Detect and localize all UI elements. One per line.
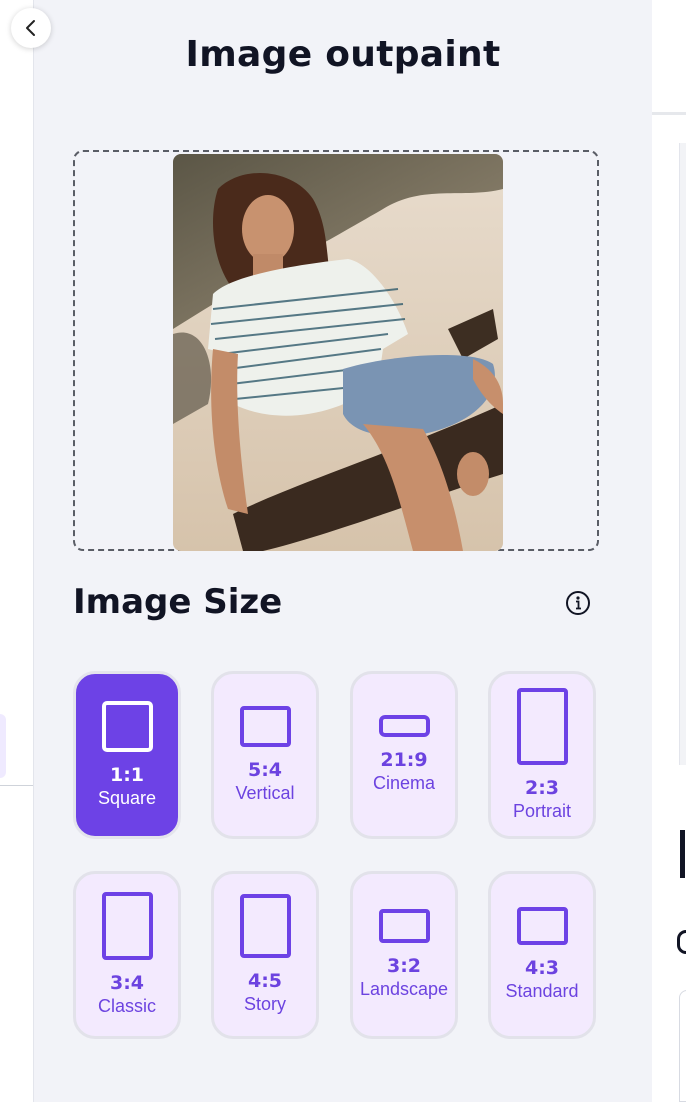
size-ratio: 3:2 [386, 955, 422, 977]
size-option-portrait[interactable]: 2:3 Portrait [488, 671, 596, 839]
background-left [0, 0, 33, 1102]
standard-ratio-icon [516, 907, 568, 945]
divider [0, 785, 33, 786]
landscape-ratio-icon [378, 909, 430, 943]
background-card [679, 990, 686, 1102]
panel-title: Image outpaint [185, 34, 501, 75]
size-option-square[interactable]: 1:1 Square [73, 671, 181, 839]
size-option-cinema[interactable]: 21:9 Cinema [350, 671, 458, 839]
size-ratio: 5:4 [247, 758, 283, 781]
cinema-ratio-icon [378, 715, 430, 737]
size-label: Square [97, 787, 157, 808]
size-label: Classic [97, 996, 156, 1016]
back-button[interactable] [11, 8, 51, 48]
cut-off-text [677, 930, 686, 954]
cut-off-text [680, 830, 685, 878]
size-label: Vertical [235, 782, 295, 803]
story-ratio-icon [239, 894, 291, 958]
size-option-story[interactable]: 4:5 Story [211, 871, 319, 1039]
vertical-ratio-icon [239, 705, 291, 747]
size-option-vertical[interactable]: 5:4 Vertical [211, 671, 319, 839]
portrait-ratio-icon [516, 687, 568, 765]
square-ratio-icon [101, 700, 153, 752]
classic-ratio-icon [101, 892, 153, 960]
size-option-standard[interactable]: 4:3 Standard [488, 871, 596, 1039]
background-panel [679, 143, 686, 765]
size-ratio: 1:1 [109, 763, 145, 786]
size-ratio: 2:3 [524, 776, 560, 799]
size-label: Landscape [359, 979, 449, 999]
info-button[interactable] [565, 590, 591, 616]
size-option-landscape[interactable]: 3:2 Landscape [350, 871, 458, 1039]
size-label: Portrait [512, 800, 572, 821]
size-ratio: 3:4 [109, 972, 145, 994]
image-size-heading: Image Size [73, 582, 283, 622]
size-ratio: 4:5 [247, 970, 283, 992]
collapsed-panel-tab[interactable] [0, 714, 6, 778]
info-icon [566, 591, 590, 615]
outpaint-panel: Image outpaint Image Size 1:1 Square 5:4… [33, 0, 653, 1102]
size-ratio: 4:3 [524, 957, 560, 979]
divider [652, 112, 686, 115]
size-ratio: 21:9 [380, 749, 428, 771]
size-option-classic[interactable]: 3:4 Classic [73, 871, 181, 1039]
chevron-left-icon [26, 20, 35, 36]
size-label: Story [243, 994, 286, 1014]
source-image [173, 154, 503, 551]
size-label: Standard [505, 981, 579, 1001]
size-label: Cinema [372, 773, 436, 793]
outpaint-canvas[interactable] [73, 150, 599, 551]
